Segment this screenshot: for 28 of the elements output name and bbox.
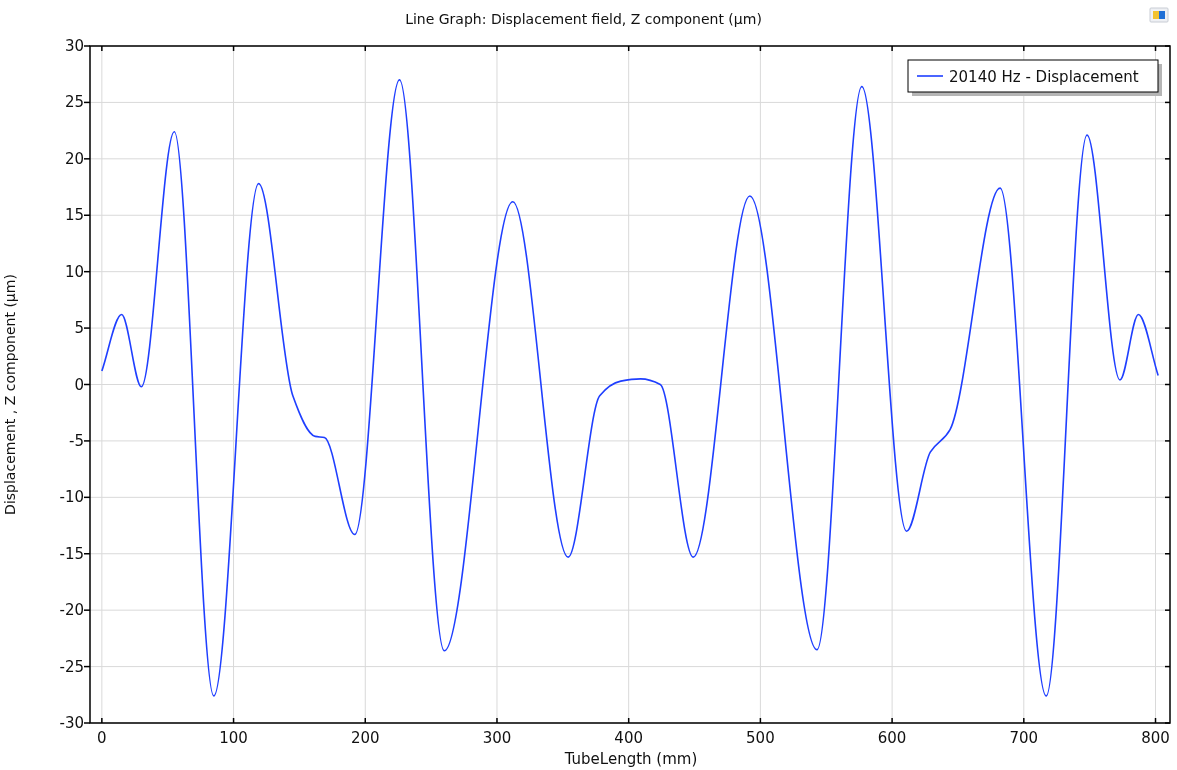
y-tick-label: 20	[64, 149, 84, 168]
x-tick-label: 600	[877, 729, 907, 747]
y-tick-label: 25	[64, 93, 84, 112]
y-tick-label: 30	[64, 38, 84, 55]
y-tick-label: 0	[74, 375, 84, 394]
y-tick-label: 10	[64, 262, 84, 281]
y-tick-label: -25	[59, 657, 84, 676]
x-tick-label: 800	[1141, 729, 1170, 747]
x-tick-label: 500	[746, 729, 775, 747]
x-axis-label: TubeLength (mm)	[564, 750, 698, 770]
y-axis-label: Displacement , Z component (µm)	[0, 273, 19, 515]
x-tick-label: 300	[482, 729, 512, 747]
y-tick-label: -20	[59, 601, 84, 620]
y-tick-label: 15	[64, 206, 84, 225]
x-tick-label: 100	[219, 729, 248, 747]
chart-title: Line Graph: Displacement field, Z component (µm)	[405, 9, 762, 29]
y-tick-label: -15	[59, 544, 84, 563]
y-tick-label: -10	[59, 488, 84, 507]
image-icon[interactable]	[1149, 7, 1169, 23]
x-tick-label: 200	[350, 729, 380, 747]
legend: 20140 Hz - Displacement	[907, 59, 1162, 96]
x-tick-label: 700	[1009, 729, 1039, 747]
legend-label: 20140 Hz - Displacement	[949, 68, 1139, 86]
y-tick-label: 5	[74, 319, 84, 338]
y-tick-label: -30	[59, 714, 84, 732]
x-tick-label: 400	[614, 729, 643, 747]
y-tick-label: -5	[69, 431, 84, 450]
x-tick-label: 0	[97, 729, 107, 747]
